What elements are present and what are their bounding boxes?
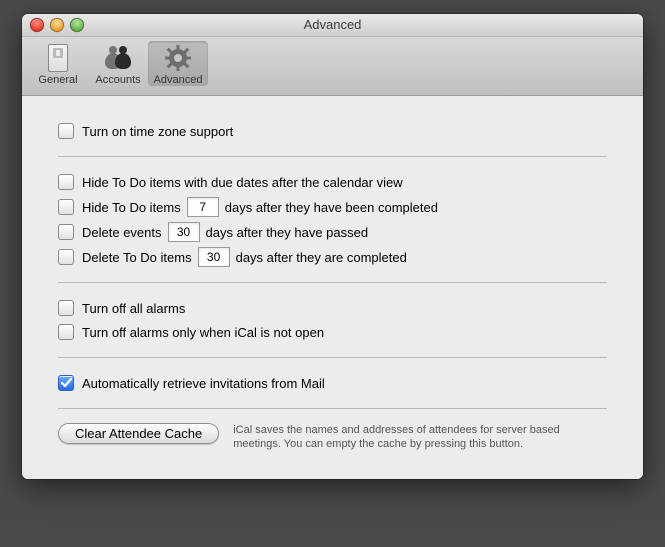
- gear-icon: [148, 43, 208, 73]
- checkbox-turn-off-all-alarms[interactable]: [58, 300, 74, 316]
- option-hide-todo-after-view: Hide To Do items with due dates after th…: [58, 171, 607, 193]
- accounts-icon: [88, 43, 148, 73]
- attendee-cache-help-text: iCal saves the names and addresses of at…: [233, 423, 573, 451]
- toolbar-item-general[interactable]: General: [28, 41, 88, 86]
- minimize-window-button[interactable]: [50, 18, 64, 32]
- content-pane: Turn on time zone support Hide To Do ite…: [22, 96, 643, 479]
- zoom-window-button[interactable]: [70, 18, 84, 32]
- toolbar-label: General: [28, 74, 88, 86]
- separator: [58, 282, 607, 283]
- checkbox-timezone-support[interactable]: [58, 123, 74, 139]
- option-auto-retrieve-mail: Automatically retrieve invitations from …: [58, 372, 607, 394]
- option-timezone-support: Turn on time zone support: [58, 120, 607, 142]
- label-hide-completed-post: days after they have been completed: [225, 200, 438, 215]
- label-delete-todo-pre: Delete To Do items: [82, 250, 192, 265]
- toolbar-label: Advanced: [148, 74, 208, 86]
- option-hide-completed-todo: Hide To Do items 7 days after they have …: [58, 196, 607, 218]
- window-title: Advanced: [304, 17, 362, 32]
- switch-icon: [28, 43, 88, 73]
- input-delete-todo-days[interactable]: 30: [198, 247, 230, 267]
- option-turn-off-alarms-not-open: Turn off alarms only when iCal is not op…: [58, 321, 607, 343]
- separator: [58, 156, 607, 157]
- label-turn-off-all-alarms: Turn off all alarms: [82, 301, 185, 316]
- option-delete-events: Delete events 30 days after they have pa…: [58, 221, 607, 243]
- label-hide-todo-after-view: Hide To Do items with due dates after th…: [82, 175, 403, 190]
- label-auto-retrieve-mail: Automatically retrieve invitations from …: [82, 376, 325, 391]
- label-delete-events-pre: Delete events: [82, 225, 162, 240]
- checkbox-hide-completed-todo[interactable]: [58, 199, 74, 215]
- checkbox-delete-todo[interactable]: [58, 249, 74, 265]
- label-delete-events-post: days after they have passed: [206, 225, 369, 240]
- toolbar-item-accounts[interactable]: Accounts: [88, 41, 148, 86]
- checkbox-delete-events[interactable]: [58, 224, 74, 240]
- preferences-window: Advanced General Accounts: [22, 14, 643, 479]
- option-delete-todo: Delete To Do items 30 days after they ar…: [58, 246, 607, 268]
- toolbar-item-advanced[interactable]: Advanced: [148, 41, 208, 86]
- separator: [58, 408, 607, 409]
- input-hide-completed-days[interactable]: 7: [187, 197, 219, 217]
- checkbox-auto-retrieve-mail[interactable]: [58, 375, 74, 391]
- clear-attendee-cache-button[interactable]: Clear Attendee Cache: [58, 423, 219, 444]
- label-timezone-support: Turn on time zone support: [82, 124, 233, 139]
- window-controls: [30, 18, 84, 32]
- checkbox-turn-off-alarms-not-open[interactable]: [58, 324, 74, 340]
- separator: [58, 357, 607, 358]
- checkbox-hide-todo-after-view[interactable]: [58, 174, 74, 190]
- toolbar: General Accounts: [22, 37, 643, 96]
- label-delete-todo-post: days after they are completed: [236, 250, 407, 265]
- attendee-cache-section: Clear Attendee Cache iCal saves the name…: [58, 423, 607, 451]
- label-turn-off-alarms-not-open: Turn off alarms only when iCal is not op…: [82, 325, 324, 340]
- close-window-button[interactable]: [30, 18, 44, 32]
- titlebar[interactable]: Advanced: [22, 14, 643, 37]
- toolbar-label: Accounts: [88, 74, 148, 86]
- input-delete-events-days[interactable]: 30: [168, 222, 200, 242]
- label-hide-completed-pre: Hide To Do items: [82, 200, 181, 215]
- option-turn-off-all-alarms: Turn off all alarms: [58, 297, 607, 319]
